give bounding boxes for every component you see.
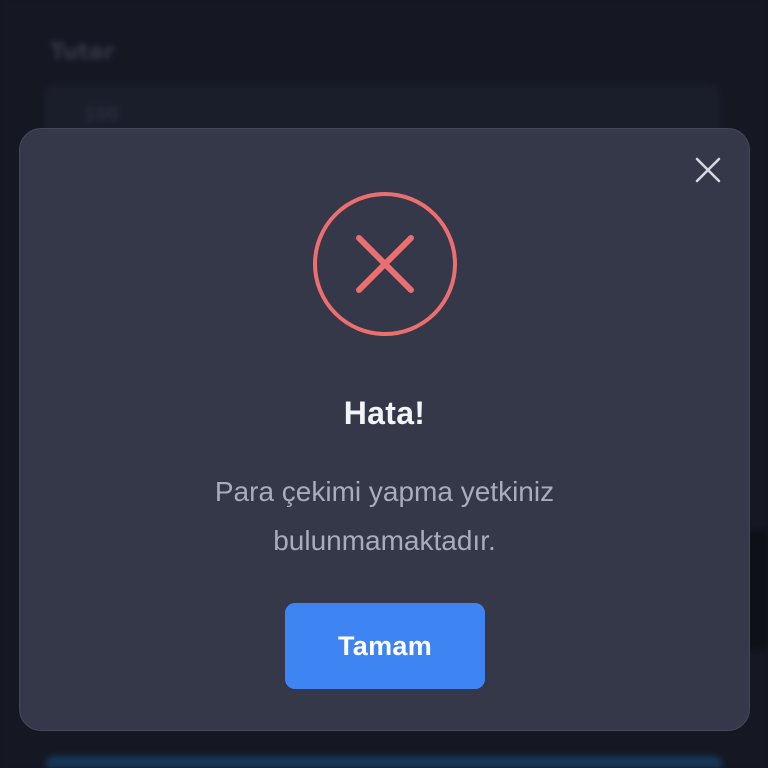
error-icon bbox=[312, 191, 458, 337]
dialog-title: Hata! bbox=[343, 395, 426, 431]
dialog-message: Para çekimi yapma yetkiniz bulunmamaktad… bbox=[214, 476, 555, 556]
error-dialog: Hata! Para çekimi yapma yetkiniz bulunma… bbox=[19, 128, 750, 731]
confirm-button[interactable]: Tamam bbox=[285, 603, 485, 689]
close-button[interactable] bbox=[693, 155, 723, 185]
close-icon bbox=[695, 157, 721, 183]
